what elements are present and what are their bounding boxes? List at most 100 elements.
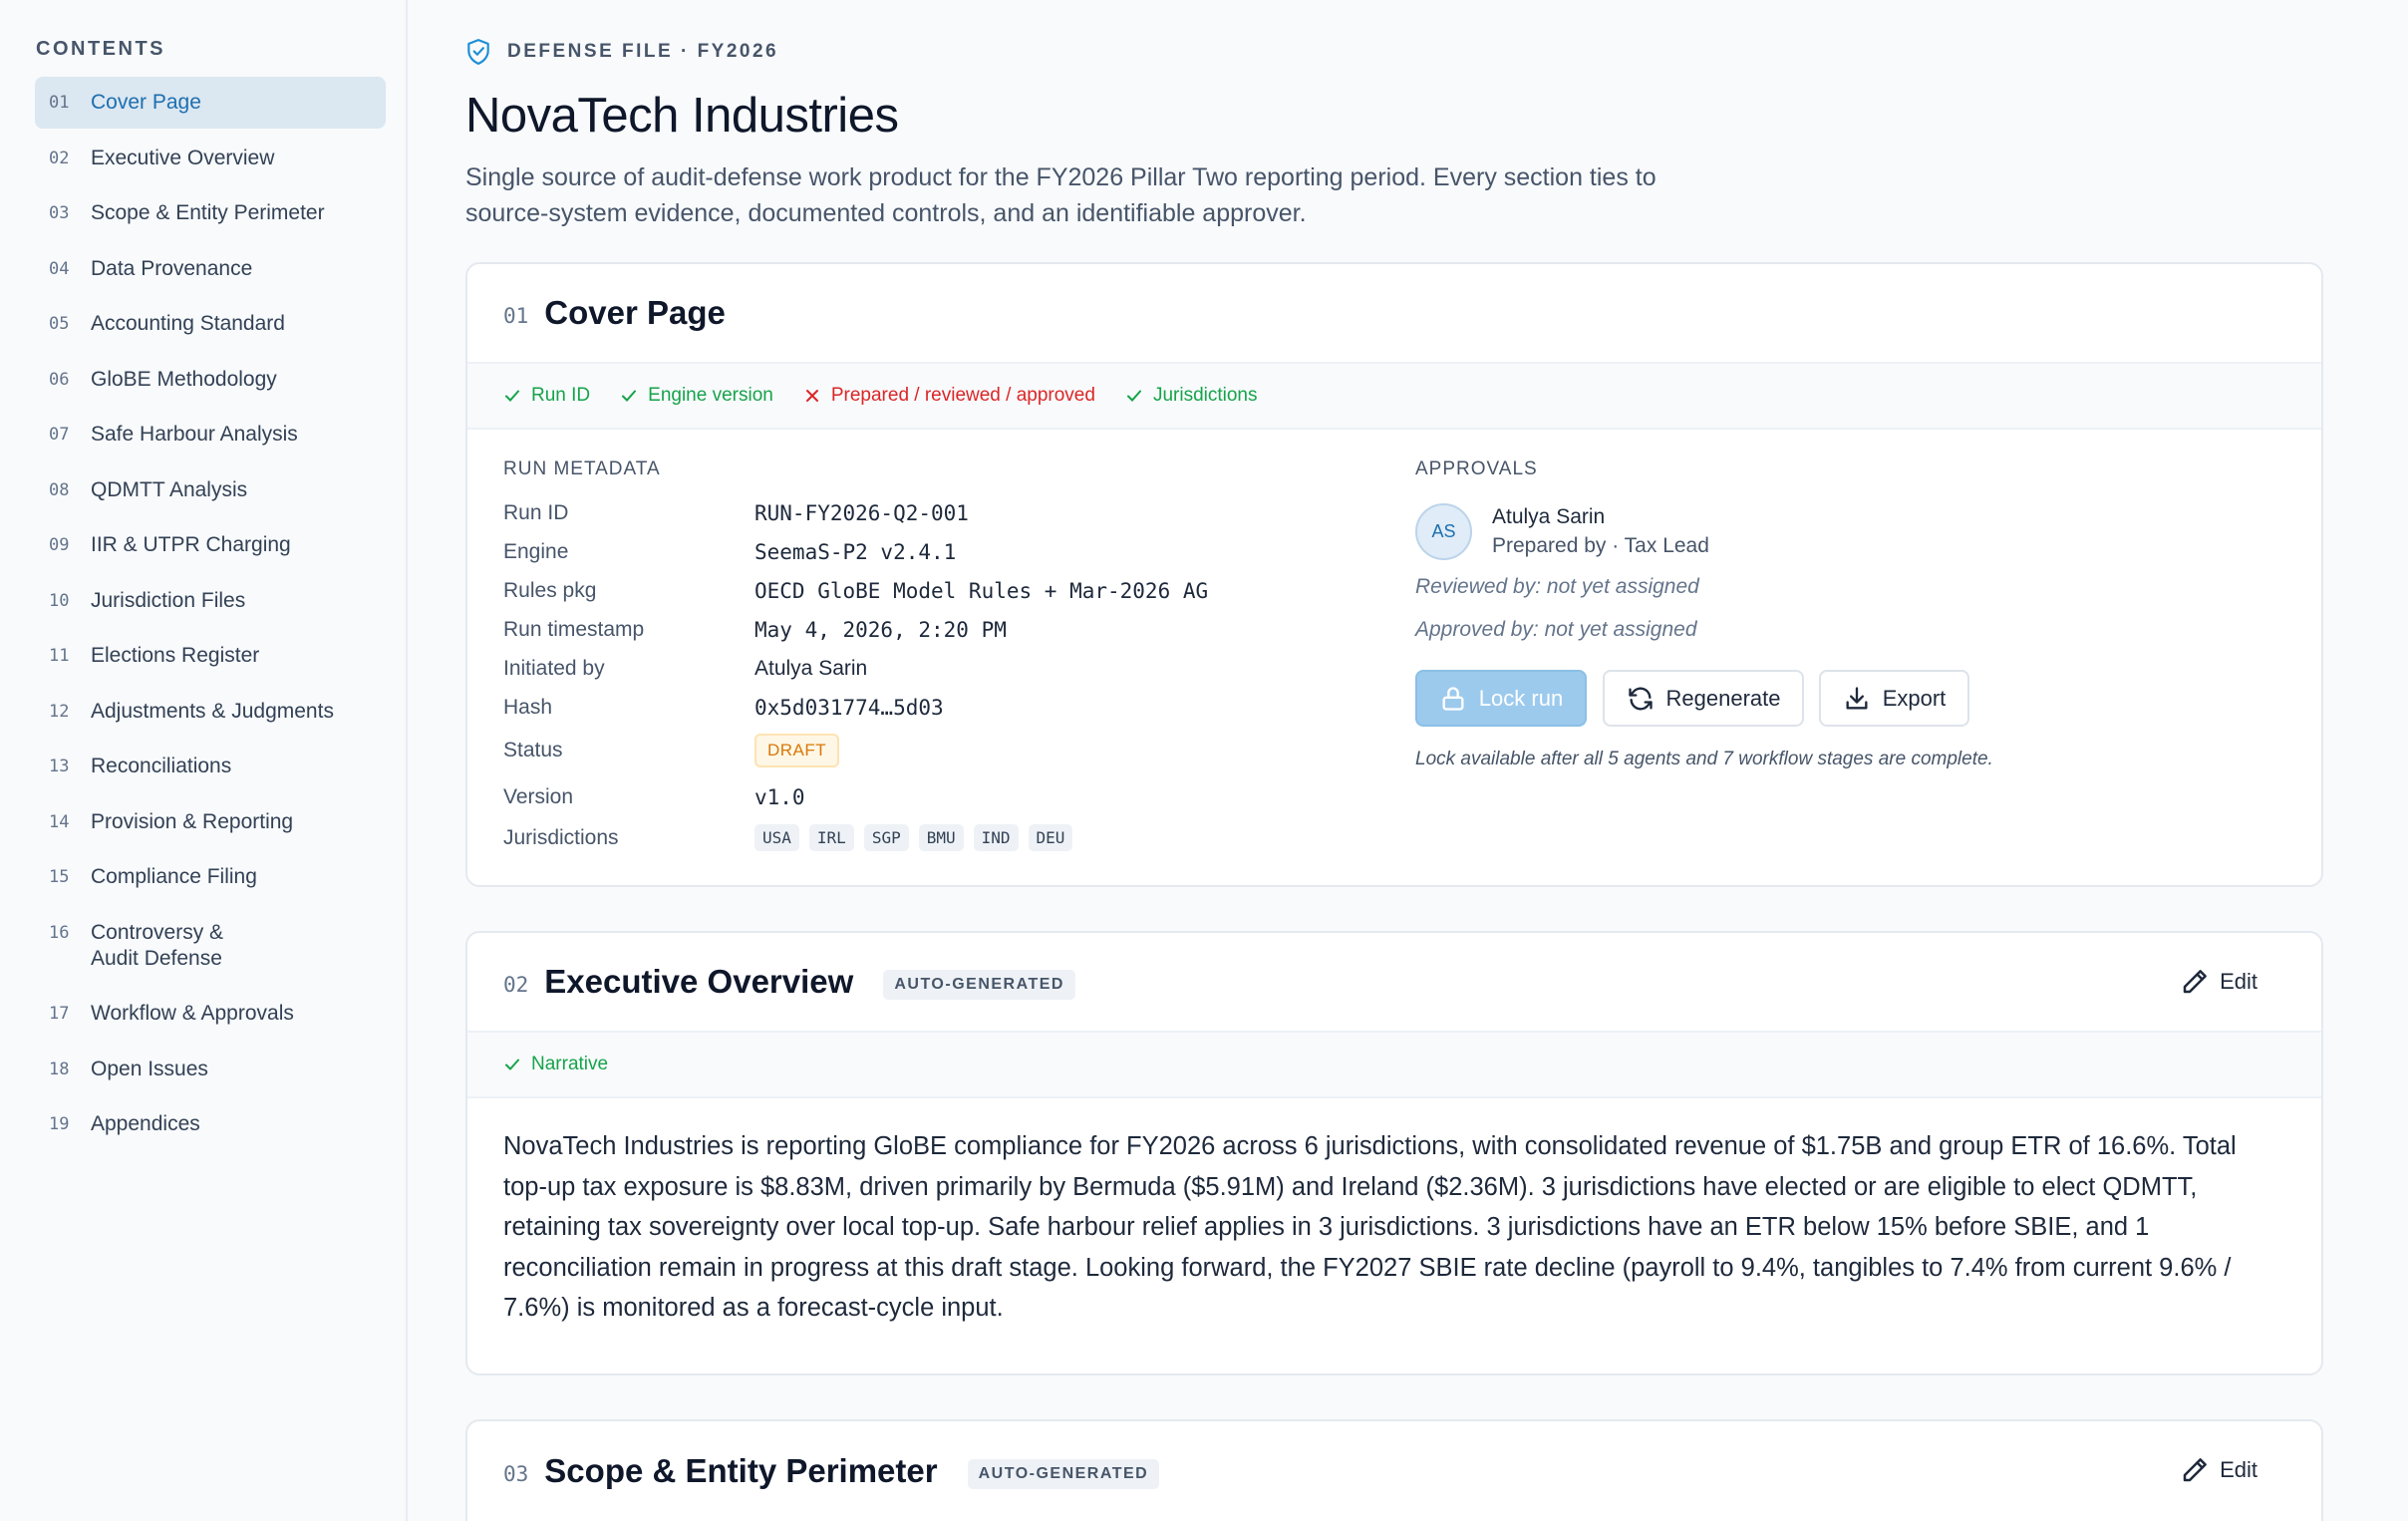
toc-number: 12 <box>49 701 70 722</box>
toc-item-17[interactable]: 17 Workflow & Approvals <box>35 988 386 1040</box>
status-badge: DRAFT <box>754 734 840 767</box>
page-description: Single source of audit-defense work prod… <box>465 163 1656 227</box>
meta-key: Run ID <box>503 501 569 524</box>
edit-button[interactable]: Edit <box>2180 1455 2258 1485</box>
overview-narrative: NovaTech Industries is reporting GloBE c… <box>503 1132 2237 1322</box>
jurisdiction-chip: BMU <box>918 824 964 851</box>
pencil-icon <box>2183 1458 2207 1482</box>
toc-item-12[interactable]: 12 Adjustments & Judgments <box>35 686 386 738</box>
toc-item-13[interactable]: 13 Reconciliations <box>35 741 386 792</box>
regenerate-button[interactable]: Regenerate <box>1603 670 1804 727</box>
toc-number: 18 <box>49 1059 70 1079</box>
check-label: Prepared / reviewed / approved <box>830 385 1095 406</box>
toc-label: Cover Page <box>91 91 201 114</box>
meta-key: Rules pkg <box>503 579 597 602</box>
toc-label: Accounting Standard <box>91 312 285 335</box>
toc-number: 15 <box>49 867 70 887</box>
jurisdiction-chip: IND <box>973 824 1019 851</box>
version-value: v1.0 <box>754 785 805 809</box>
meta-key: Version <box>503 785 574 808</box>
toc-item-19[interactable]: 19 Appendices <box>35 1098 386 1150</box>
meta-jurisdictions: Jurisdictions USA IRL SGP BMU IND DEU <box>503 824 1082 851</box>
toc-item-15[interactable]: 15 Compliance Filing <box>35 851 386 903</box>
toc-label: Safe Harbour Analysis <box>91 423 298 446</box>
meta-hash: Hash 0x5d031774…5d03 <box>503 696 944 720</box>
toc-number: 09 <box>49 535 70 555</box>
export-button[interactable]: Export <box>1819 670 1969 727</box>
toc-number: 08 <box>49 479 70 500</box>
toc-item-16[interactable]: 16 Controversy & Audit Defense <box>35 907 386 985</box>
lock-run-button[interactable]: Lock run <box>1415 670 1587 727</box>
toc-item-3[interactable]: 03 Scope & Entity Perimeter <box>35 187 386 239</box>
toc-label: IIR & UTPR Charging <box>91 533 291 556</box>
contents-sidebar: CONTENTS 01 Cover Page 02 Executive Overvie… <box>0 0 408 1521</box>
meta-run-id: Run ID RUN-FY2026-Q2-001 <box>503 501 969 525</box>
edit-label: Edit <box>2220 969 2258 994</box>
meta-key: Initiated by <box>503 657 605 680</box>
card-header: 01 Cover Page <box>467 264 2321 364</box>
x-icon <box>805 390 818 402</box>
toc-label: Workflow & Approvals <box>91 1002 294 1025</box>
toc-label: Scope & Entity Perimeter <box>91 201 325 224</box>
toc-number: 07 <box>49 425 70 445</box>
toc-number: 01 <box>49 93 70 113</box>
toc-item-8[interactable]: 08 QDMTT Analysis <box>35 464 386 516</box>
toc-item-1[interactable]: 01 Cover Page <box>35 77 386 129</box>
toc-item-9[interactable]: 09 IIR & UTPR Charging <box>35 519 386 571</box>
edit-label: Edit <box>2220 1457 2258 1482</box>
toc-number: 11 <box>49 646 70 666</box>
toc-number: 05 <box>49 314 70 334</box>
section-number: 01 <box>503 304 529 328</box>
toc-label: Elections Register <box>91 644 260 667</box>
toc-item-18[interactable]: 18 Open Issues <box>35 1044 386 1095</box>
eyebrow-text: DEFENSE FILE · FY2026 <box>507 41 779 62</box>
toc-number: 13 <box>49 757 70 776</box>
meta-key: Hash <box>503 696 553 719</box>
check-item: Prepared / reviewed / approved <box>803 385 1095 407</box>
meta-engine: Engine SeemaS-P2 v2.4.1 <box>503 540 956 564</box>
avatar: AS <box>1415 502 1472 560</box>
check-icon <box>505 390 519 402</box>
scope-entity-perimeter-card: 03 Scope & Entity Perimeter AUTO-GENERAT… <box>465 1419 2323 1521</box>
toc-number: 14 <box>49 811 70 832</box>
section-title: Executive Overview <box>544 963 854 1000</box>
toc-label: Provision & Reporting <box>91 809 294 833</box>
refresh-icon <box>1628 687 1653 710</box>
lock-run-label: Lock run <box>1478 685 1564 711</box>
meta-status: Status DRAFT <box>503 734 840 767</box>
toc-item-4[interactable]: 04 Data Provenance <box>35 243 386 295</box>
eyebrow: DEFENSE FILE · FY2026 <box>465 38 2324 66</box>
toc-label: Controversy & Audit Defense <box>91 920 224 970</box>
toc-item-5[interactable]: 05 Accounting Standard <box>35 298 386 350</box>
export-label: Export <box>1882 685 1947 711</box>
check-item: Narrative <box>503 1054 608 1075</box>
check-label: Narrative <box>531 1054 609 1074</box>
validation-checks: Narrative <box>467 1033 2321 1098</box>
run-metadata-heading: RUN METADATA <box>503 458 661 479</box>
toc-label: Reconciliations <box>91 755 232 777</box>
timestamp-value: May 4, 2026, 2:20 PM <box>754 618 1007 642</box>
rules-value: OECD GloBE Model Rules + Mar-2026 AG <box>754 579 1209 603</box>
edit-button[interactable]: Edit <box>2180 967 2258 997</box>
approver-role: Prepared by · Tax Lead <box>1492 534 1709 557</box>
meta-timestamp: Run timestamp May 4, 2026, 2:20 PM <box>503 618 1007 642</box>
meta-key: Run timestamp <box>503 618 645 641</box>
section-number: 03 <box>503 1462 529 1486</box>
download-icon <box>1846 686 1868 709</box>
toc-item-10[interactable]: 10 Jurisdiction Files <box>35 575 386 627</box>
toc-item-2[interactable]: 02 Executive Overview <box>35 133 386 184</box>
toc-item-14[interactable]: 14 Provision & Reporting <box>35 796 386 848</box>
toc-item-6[interactable]: 06 GloBE Methodology <box>35 354 386 406</box>
toc-item-7[interactable]: 07 Safe Harbour Analysis <box>35 409 386 460</box>
lock-note: Lock available after all 5 agents and 7 … <box>1415 749 1993 769</box>
reviewed-by-status: Reviewed by: not yet assigned <box>1415 575 1699 598</box>
check-item: Run ID <box>503 385 590 407</box>
check-icon <box>505 1059 519 1070</box>
meta-key: Jurisdictions <box>503 825 619 849</box>
toc-label: Adjustments & Judgments <box>91 699 334 723</box>
check-label: Jurisdictions <box>1152 385 1258 406</box>
cover-body: RUN METADATA Run ID RUN-FY2026-Q2-001 En… <box>467 430 2321 872</box>
toc-number: 19 <box>49 1114 70 1134</box>
toc-item-11[interactable]: 11 Elections Register <box>35 630 386 682</box>
regenerate-label: Regenerate <box>1665 685 1781 711</box>
